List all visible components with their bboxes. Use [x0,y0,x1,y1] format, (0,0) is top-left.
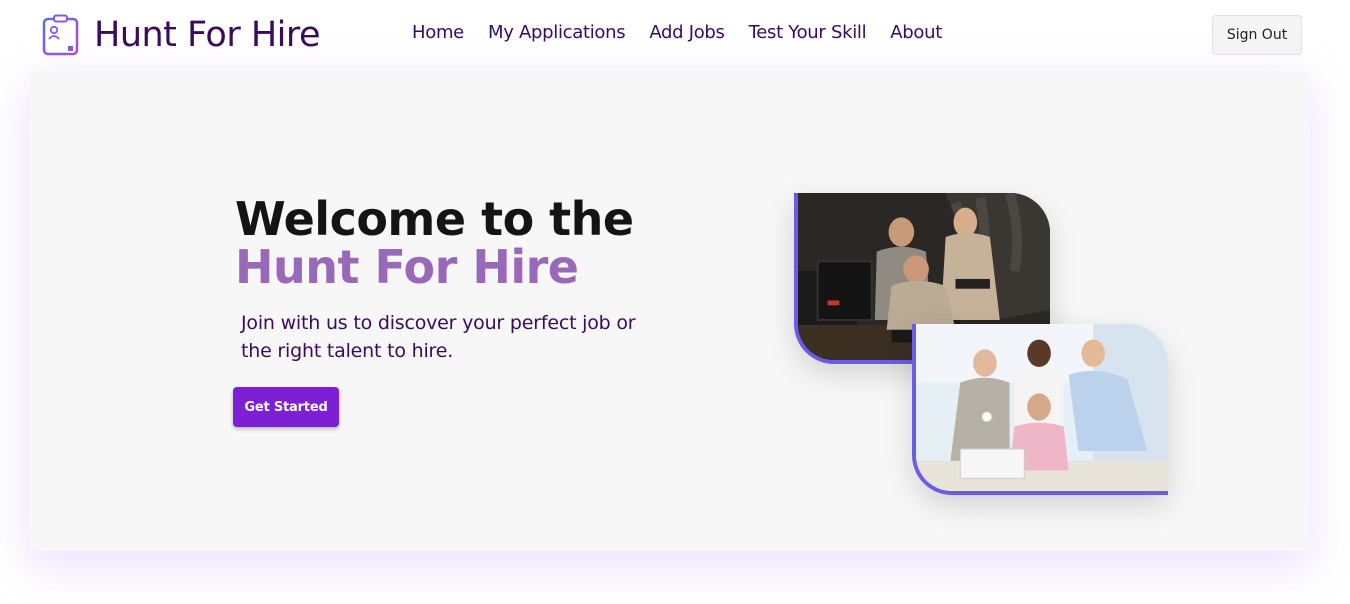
sign-out-button[interactable]: Sign Out [1212,15,1302,55]
nav-add-jobs[interactable]: Add Jobs [649,22,725,43]
nav-test-your-skill[interactable]: Test Your Skill [749,22,867,43]
hero-section: Welcome to the Hunt For Hire Join with u… [30,71,1310,551]
hero-title-line1: Welcome to the [235,192,634,246]
brand-name: Hunt For Hire [94,14,321,55]
main-nav: Home My Applications Add Jobs Test Your … [412,22,966,43]
hero-title: Welcome to the Hunt For Hire [235,195,634,291]
resume-clipboard-icon [42,14,79,56]
hero-title-brand: Hunt For Hire [235,240,579,294]
nav-my-applications[interactable]: My Applications [488,22,626,43]
smiling-team-image [912,324,1168,495]
hero-subtitle: Join with us to discover your perfect jo… [241,312,636,362]
navbar: Hunt For Hire Home My Applications Add J… [30,0,1310,71]
nav-about[interactable]: About [890,22,942,43]
nav-home[interactable]: Home [412,22,464,43]
brand-logo-link[interactable]: Hunt For Hire [42,14,321,56]
get-started-button[interactable]: Get Started [233,387,339,427]
